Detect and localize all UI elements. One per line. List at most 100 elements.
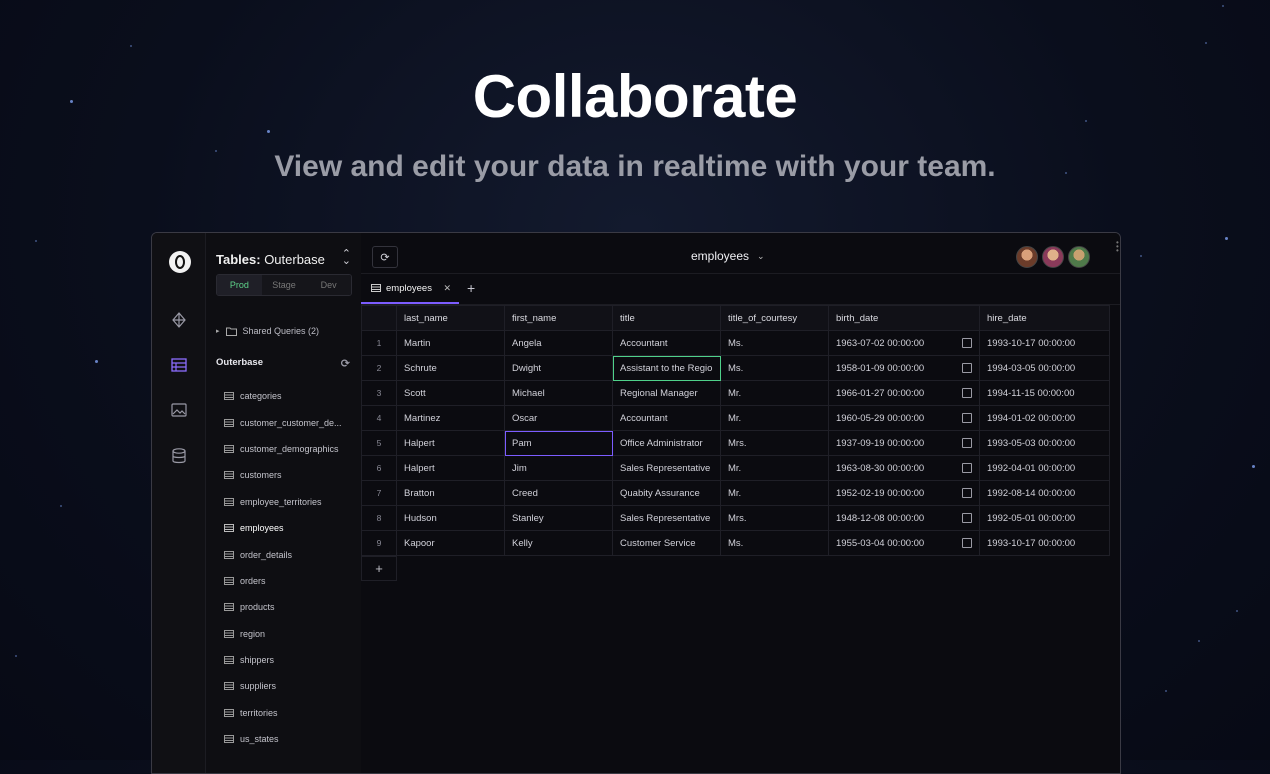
- env-stage[interactable]: Stage: [261, 275, 307, 295]
- table-cell[interactable]: Mr.: [720, 480, 829, 506]
- calendar-icon[interactable]: [962, 363, 972, 373]
- date-cell[interactable]: 1960-05-29 00:00:00: [828, 405, 980, 431]
- env-dev[interactable]: Dev: [306, 275, 351, 295]
- sidebar-item-suppliers[interactable]: suppliers: [224, 673, 354, 699]
- env-prod[interactable]: Prod: [217, 275, 262, 295]
- table-cell[interactable]: Customer Service: [612, 530, 721, 556]
- date-cell[interactable]: 1955-03-04 00:00:00: [828, 530, 980, 556]
- sidebar-item-customers[interactable]: customers: [224, 462, 354, 488]
- column-header[interactable]: birth_date: [828, 305, 980, 331]
- table-cell[interactable]: Martinez: [396, 405, 505, 431]
- table-cell[interactable]: Mr.: [720, 455, 829, 481]
- date-cell[interactable]: 1963-07-02 00:00:00: [828, 330, 980, 356]
- table-cell[interactable]: Halpert: [396, 430, 505, 456]
- updown-caret-icon[interactable]: ⌃ ⌄: [342, 249, 351, 267]
- calendar-icon[interactable]: [962, 513, 972, 523]
- table-cell[interactable]: Kelly: [504, 530, 613, 556]
- column-header[interactable]: last_name: [396, 305, 505, 331]
- date-cell[interactable]: 1952-02-19 00:00:00: [828, 480, 980, 506]
- date-cell[interactable]: 1948-12-08 00:00:00: [828, 505, 980, 531]
- sidebar-item-orders[interactable]: orders: [224, 568, 354, 594]
- tab-employees[interactable]: employees ✕: [361, 274, 459, 304]
- table-cell[interactable]: 1992-05-01 00:00:00: [979, 505, 1110, 531]
- table-cell[interactable]: Bratton: [396, 480, 505, 506]
- sidebar-item-employees[interactable]: employees: [224, 515, 354, 541]
- calendar-icon[interactable]: [962, 338, 972, 348]
- table-cell[interactable]: Regional Manager: [612, 380, 721, 406]
- table-cell[interactable]: Ms.: [720, 530, 829, 556]
- table-cell[interactable]: Angela: [504, 330, 613, 356]
- calendar-icon[interactable]: [962, 463, 972, 473]
- table-title-dropdown[interactable]: employees ⌄: [691, 249, 765, 263]
- table-cell[interactable]: Michael: [504, 380, 613, 406]
- table-cell[interactable]: 1993-10-17 00:00:00: [979, 330, 1110, 356]
- calendar-icon[interactable]: [962, 388, 972, 398]
- avatar[interactable]: [1042, 246, 1064, 268]
- column-header[interactable]: first_name: [504, 305, 613, 331]
- sidebar-item-order-details[interactable]: order_details: [224, 541, 354, 567]
- sidebar-item-customer-customer-de[interactable]: customer_customer_de...: [224, 409, 354, 435]
- table-cell[interactable]: Office Administrator: [612, 430, 721, 456]
- selected-cell[interactable]: Pam: [504, 430, 613, 456]
- add-row-button[interactable]: +: [361, 556, 397, 581]
- table-cell[interactable]: Mrs.: [720, 430, 829, 456]
- table-cell[interactable]: Creed: [504, 480, 613, 506]
- calendar-icon[interactable]: [962, 488, 972, 498]
- sidebar-item-territories[interactable]: territories: [224, 700, 354, 726]
- table-cell[interactable]: Martin: [396, 330, 505, 356]
- close-icon[interactable]: ✕: [443, 283, 451, 294]
- table-cell[interactable]: Stanley: [504, 505, 613, 531]
- sidebar-item-region[interactable]: region: [224, 621, 354, 647]
- avatar[interactable]: [1016, 246, 1038, 268]
- column-header[interactable]: title: [612, 305, 721, 331]
- calendar-icon[interactable]: [962, 538, 972, 548]
- refresh-button[interactable]: ⟳: [372, 246, 398, 268]
- table-cell[interactable]: 1993-05-03 00:00:00: [979, 430, 1110, 456]
- table-cell[interactable]: Schrute: [396, 355, 505, 381]
- more-icon[interactable]: • • •: [1116, 239, 1119, 255]
- calendar-icon[interactable]: [962, 438, 972, 448]
- editing-cell[interactable]: Assistant to the Regio: [612, 355, 721, 381]
- sidebar-item-categories[interactable]: categories: [224, 383, 354, 409]
- table-cell[interactable]: Quabity Assurance: [612, 480, 721, 506]
- sidebar-item-employee-territories[interactable]: employee_territories: [224, 489, 354, 515]
- table-cell[interactable]: 1992-04-01 00:00:00: [979, 455, 1110, 481]
- table-cell[interactable]: Dwight: [504, 355, 613, 381]
- diamond-icon[interactable]: [169, 310, 189, 330]
- tables-selector[interactable]: Tables: Outerbase: [216, 252, 325, 267]
- add-tab-button[interactable]: +: [467, 280, 475, 296]
- table-cell[interactable]: Hudson: [396, 505, 505, 531]
- sidebar-item-us-states[interactable]: us_states: [224, 726, 354, 752]
- table-cell[interactable]: 1994-01-02 00:00:00: [979, 405, 1110, 431]
- table-cell[interactable]: Jim: [504, 455, 613, 481]
- table-cell[interactable]: Mrs.: [720, 505, 829, 531]
- table-cell[interactable]: Sales Representative: [612, 505, 721, 531]
- table-cell[interactable]: Ms.: [720, 355, 829, 381]
- table-cell[interactable]: Accountant: [612, 405, 721, 431]
- table-icon[interactable]: [169, 355, 189, 375]
- table-cell[interactable]: Mr.: [720, 380, 829, 406]
- table-cell[interactable]: Accountant: [612, 330, 721, 356]
- outerbase-logo-icon[interactable]: [169, 251, 191, 273]
- shared-queries[interactable]: ▸ Shared Queries (2): [216, 326, 319, 336]
- table-cell[interactable]: Kapoor: [396, 530, 505, 556]
- table-cell[interactable]: Ms.: [720, 330, 829, 356]
- image-icon[interactable]: [169, 400, 189, 420]
- table-cell[interactable]: 1992-08-14 00:00:00: [979, 480, 1110, 506]
- table-cell[interactable]: 1994-11-15 00:00:00: [979, 380, 1110, 406]
- table-cell[interactable]: Scott: [396, 380, 505, 406]
- table-cell[interactable]: Oscar: [504, 405, 613, 431]
- avatar[interactable]: [1068, 246, 1090, 268]
- table-cell[interactable]: 1994-03-05 00:00:00: [979, 355, 1110, 381]
- table-cell[interactable]: Mr.: [720, 405, 829, 431]
- column-header[interactable]: title_of_courtesy: [720, 305, 829, 331]
- column-header[interactable]: hire_date: [979, 305, 1110, 331]
- calendar-icon[interactable]: [962, 413, 972, 423]
- sidebar-item-shippers[interactable]: shippers: [224, 647, 354, 673]
- refresh-icon[interactable]: ⟳: [341, 357, 350, 370]
- table-cell[interactable]: Halpert: [396, 455, 505, 481]
- table-cell[interactable]: 1993-10-17 00:00:00: [979, 530, 1110, 556]
- database-icon[interactable]: [169, 446, 189, 466]
- table-cell[interactable]: Sales Representative: [612, 455, 721, 481]
- date-cell[interactable]: 1966-01-27 00:00:00: [828, 380, 980, 406]
